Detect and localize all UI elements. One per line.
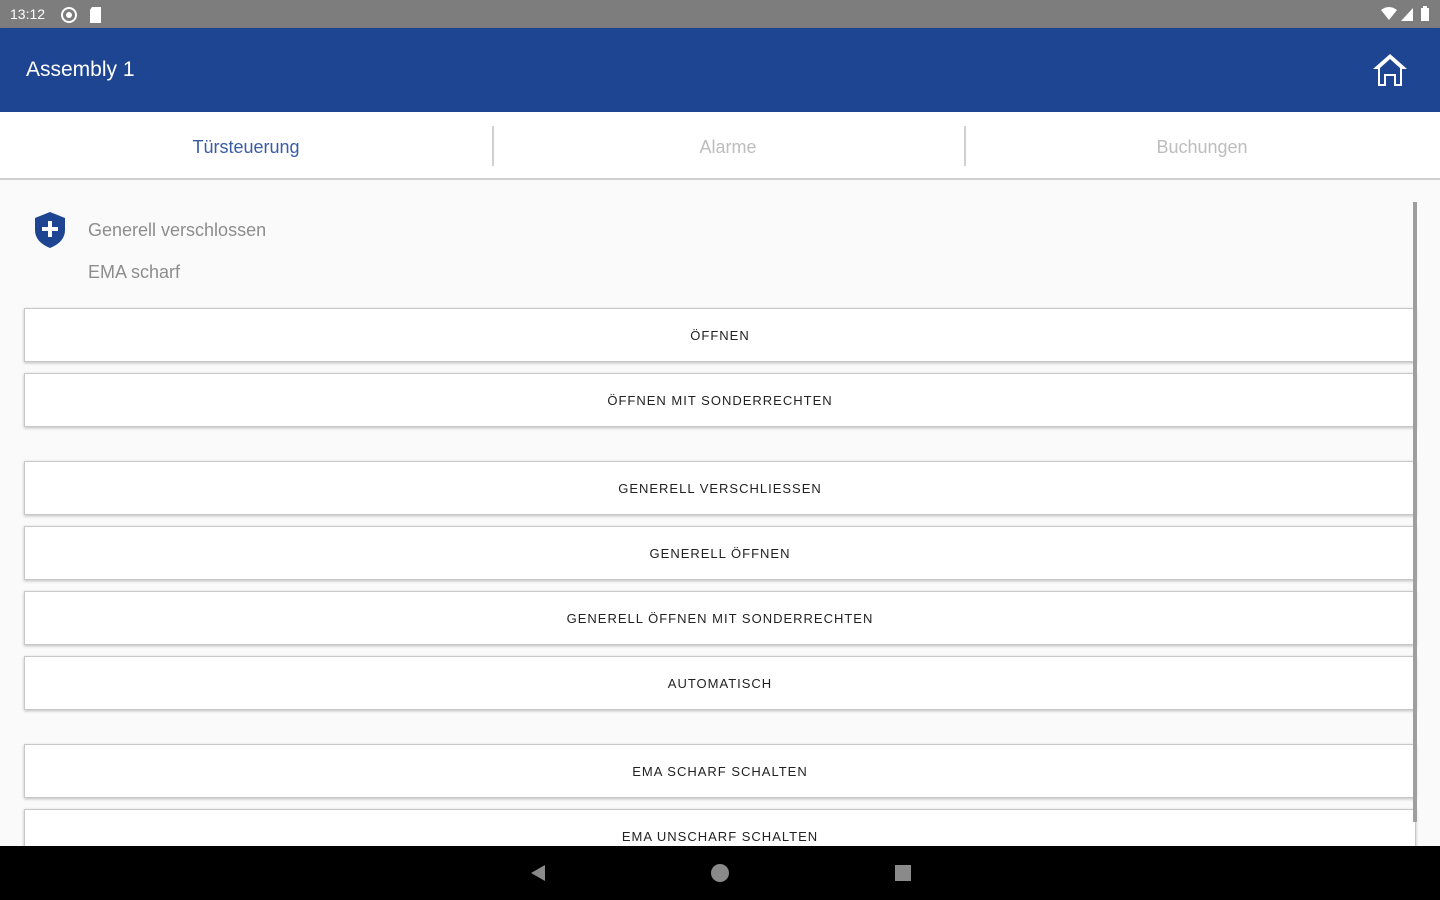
sim-card-icon (90, 7, 101, 23)
scrollbar[interactable] (1413, 202, 1417, 822)
generally-open-special-rights-button[interactable]: GENERELL ÖFFNEN MIT SONDERRECHTEN (24, 591, 1416, 645)
status-alarm-text: EMA scharf (88, 262, 181, 282)
app-title: Assembly 1 (26, 58, 135, 81)
disarm-alarm-button[interactable]: EMA UNSCHARF SCHALTEN (24, 809, 1416, 846)
shield-plus-icon (35, 212, 65, 248)
arm-alarm-button[interactable]: EMA SCHARF SCHALTEN (24, 744, 1416, 798)
recents-icon[interactable] (893, 863, 913, 883)
battery-icon (1421, 6, 1429, 21)
status-locked-text: Generell verschlossen (88, 220, 267, 240)
tab-tuersteuerung[interactable]: Türsteuerung (6, 112, 486, 178)
app-bar: Assembly 1 (0, 28, 1440, 112)
tab-buchungen[interactable]: Buchungen (962, 112, 1440, 178)
signal-icon (1401, 8, 1413, 21)
home-icon[interactable] (1370, 50, 1410, 90)
status-bar: 13:12 (0, 0, 1440, 28)
tab-bar: Türsteuerung Alarme Buchungen (0, 112, 1440, 180)
tab-alarme[interactable]: Alarme (488, 112, 968, 178)
automatic-button[interactable]: AUTOMATISCH (24, 656, 1416, 710)
back-icon[interactable] (528, 863, 548, 883)
door-control-panel: Generell verschlossen EMA scharf ÖFFNEN … (0, 182, 1440, 846)
generally-lock-button[interactable]: GENERELL VERSCHLIESSEN (24, 461, 1416, 515)
home-circle-icon[interactable] (710, 863, 730, 883)
wifi-icon (1381, 7, 1397, 20)
status-time: 13:12 (10, 6, 46, 22)
open-button[interactable]: ÖFFNEN (24, 308, 1416, 362)
notification-icon (61, 7, 77, 23)
open-special-rights-button[interactable]: ÖFFNEN MIT SONDERRECHTEN (24, 373, 1416, 427)
generally-open-button[interactable]: GENERELL ÖFFNEN (24, 526, 1416, 580)
system-nav-bar (0, 846, 1440, 900)
